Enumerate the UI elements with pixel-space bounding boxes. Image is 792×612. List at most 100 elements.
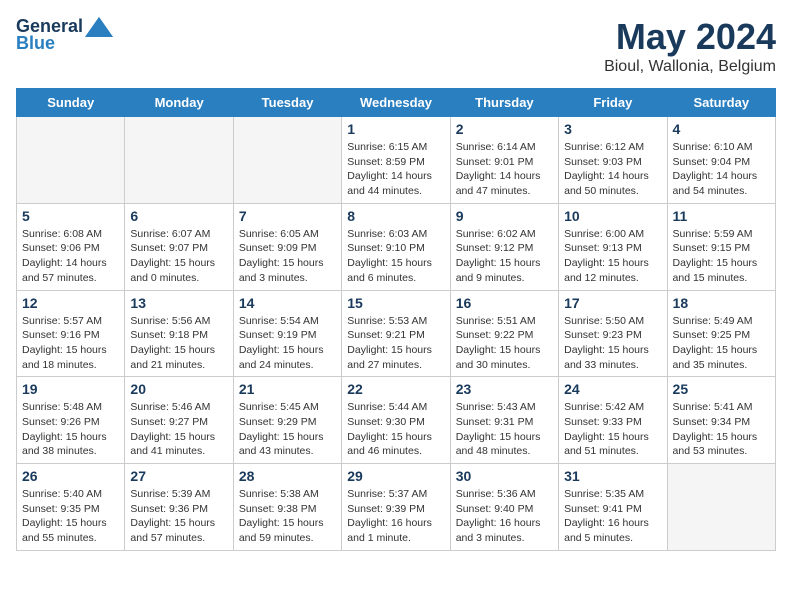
title-block: May 2024 Bioul, Wallonia, Belgium (604, 16, 776, 76)
calendar-cell: 14Sunrise: 5:54 AM Sunset: 9:19 PM Dayli… (233, 290, 341, 377)
day-number: 6 (130, 208, 227, 224)
logo-text-blue: Blue (16, 33, 55, 54)
calendar-cell: 23 Sunrise: 5:43 AM Sunset: 9:31 PM Dayli… (450, 377, 558, 464)
calendar-cell: 25 Sunrise: 5:41 AM Sunset: 9:34 PM Dayli… (667, 377, 775, 464)
calendar-week-row: 26 Sunrise: 5:40 AM Sunset: 9:35 PM Dayli… (17, 464, 776, 551)
day-info: Sunrise: 5:46 AM Sunset: 9:27 PM Dayligh… (130, 400, 227, 459)
day-info: Sunrise: 5:49 AM Sunset: 9:25 PM Dayligh… (673, 314, 770, 373)
day-info: Sunrise: 6:08 AM Sunset: 9:06 PM Dayligh… (22, 227, 119, 286)
calendar-cell: 24Sunrise: 5:42 AM Sunset: 9:33 PM Dayli… (559, 377, 667, 464)
day-info: Sunrise: 5:35 AM Sunset: 9:41 PM Dayligh… (564, 487, 661, 546)
logo: General Blue (16, 16, 113, 54)
day-number: 15 (347, 295, 444, 311)
calendar-cell: 12 Sunrise: 5:57 AM Sunset: 9:16 PM Dayli… (17, 290, 125, 377)
main-title: May 2024 (604, 16, 776, 58)
calendar-cell: 26 Sunrise: 5:40 AM Sunset: 9:35 PM Dayli… (17, 464, 125, 551)
day-info: Sunrise: 5:41 AM Sunset: 9:34 PM Dayligh… (673, 400, 770, 459)
calendar-cell: 7 Sunrise: 6:05 AM Sunset: 9:09 PM Daylig… (233, 203, 341, 290)
calendar-cell: 21 Sunrise: 5:45 AM Sunset: 9:29 PM Dayli… (233, 377, 341, 464)
calendar-cell: 4Sunrise: 6:10 AM Sunset: 9:04 PM Daylig… (667, 117, 775, 204)
day-info: Sunrise: 5:53 AM Sunset: 9:21 PM Dayligh… (347, 314, 444, 373)
day-info: Sunrise: 6:14 AM Sunset: 9:01 PM Dayligh… (456, 140, 553, 199)
day-number: 7 (239, 208, 336, 224)
day-info: Sunrise: 5:51 AM Sunset: 9:22 PM Dayligh… (456, 314, 553, 373)
weekday-header-row: SundayMondayTuesdayWednesdayThursdayFrid… (17, 89, 776, 117)
day-number: 16 (456, 295, 553, 311)
day-info: Sunrise: 5:50 AM Sunset: 9:23 PM Dayligh… (564, 314, 661, 373)
weekday-header: Monday (125, 89, 233, 117)
day-info: Sunrise: 5:38 AM Sunset: 9:38 PM Dayligh… (239, 487, 336, 546)
day-info: Sunrise: 5:57 AM Sunset: 9:16 PM Dayligh… (22, 314, 119, 373)
calendar-cell: 15 Sunrise: 5:53 AM Sunset: 9:21 PM Dayli… (342, 290, 450, 377)
day-number: 27 (130, 468, 227, 484)
weekday-header: Saturday (667, 89, 775, 117)
day-info: Sunrise: 5:59 AM Sunset: 9:15 PM Dayligh… (673, 227, 770, 286)
calendar-cell (17, 117, 125, 204)
day-number: 12 (22, 295, 119, 311)
weekday-header: Tuesday (233, 89, 341, 117)
day-number: 18 (673, 295, 770, 311)
day-info: Sunrise: 6:05 AM Sunset: 9:09 PM Dayligh… (239, 227, 336, 286)
day-number: 17 (564, 295, 661, 311)
day-number: 26 (22, 468, 119, 484)
day-info: Sunrise: 6:10 AM Sunset: 9:04 PM Dayligh… (673, 140, 770, 199)
day-info: Sunrise: 5:45 AM Sunset: 9:29 PM Dayligh… (239, 400, 336, 459)
calendar-week-row: 1 Sunrise: 6:15 AM Sunset: 8:59 PM Daylig… (17, 117, 776, 204)
day-number: 2 (456, 121, 553, 137)
day-info: Sunrise: 5:36 AM Sunset: 9:40 PM Dayligh… (456, 487, 553, 546)
calendar-table: SundayMondayTuesdayWednesdayThursdayFrid… (16, 88, 776, 551)
day-number: 25 (673, 381, 770, 397)
calendar-cell: 6Sunrise: 6:07 AM Sunset: 9:07 PM Daylig… (125, 203, 233, 290)
calendar-cell: 5 Sunrise: 6:08 AM Sunset: 9:06 PM Daylig… (17, 203, 125, 290)
calendar-cell: 19Sunrise: 5:48 AM Sunset: 9:26 PM Dayli… (17, 377, 125, 464)
day-info: Sunrise: 5:56 AM Sunset: 9:18 PM Dayligh… (130, 314, 227, 373)
page-header: General Blue May 2024 Bioul, Wallonia, B… (16, 16, 776, 76)
day-number: 21 (239, 381, 336, 397)
calendar-cell: 28 Sunrise: 5:38 AM Sunset: 9:38 PM Dayli… (233, 464, 341, 551)
calendar-week-row: 19Sunrise: 5:48 AM Sunset: 9:26 PM Dayli… (17, 377, 776, 464)
calendar-week-row: 12 Sunrise: 5:57 AM Sunset: 9:16 PM Dayli… (17, 290, 776, 377)
day-number: 30 (456, 468, 553, 484)
calendar-cell: 3Sunrise: 6:12 AM Sunset: 9:03 PM Daylig… (559, 117, 667, 204)
calendar-cell: 31 Sunrise: 5:35 AM Sunset: 9:41 PM Dayli… (559, 464, 667, 551)
day-number: 29 (347, 468, 444, 484)
day-number: 13 (130, 295, 227, 311)
weekday-header: Sunday (17, 89, 125, 117)
day-number: 1 (347, 121, 444, 137)
weekday-header: Wednesday (342, 89, 450, 117)
calendar-cell: 1 Sunrise: 6:15 AM Sunset: 8:59 PM Daylig… (342, 117, 450, 204)
calendar-week-row: 5 Sunrise: 6:08 AM Sunset: 9:06 PM Daylig… (17, 203, 776, 290)
calendar-cell: 22 Sunrise: 5:44 AM Sunset: 9:30 PM Dayli… (342, 377, 450, 464)
day-info: Sunrise: 5:43 AM Sunset: 9:31 PM Dayligh… (456, 400, 553, 459)
calendar-cell: 13 Sunrise: 5:56 AM Sunset: 9:18 PM Dayli… (125, 290, 233, 377)
day-number: 28 (239, 468, 336, 484)
calendar-cell: 20Sunrise: 5:46 AM Sunset: 9:27 PM Dayli… (125, 377, 233, 464)
day-info: Sunrise: 5:37 AM Sunset: 9:39 PM Dayligh… (347, 487, 444, 546)
calendar-cell: 16 Sunrise: 5:51 AM Sunset: 9:22 PM Dayli… (450, 290, 558, 377)
day-number: 5 (22, 208, 119, 224)
calendar-cell: 18 Sunrise: 5:49 AM Sunset: 9:25 PM Dayli… (667, 290, 775, 377)
day-info: Sunrise: 6:15 AM Sunset: 8:59 PM Dayligh… (347, 140, 444, 199)
calendar-cell: 10Sunrise: 6:00 AM Sunset: 9:13 PM Dayli… (559, 203, 667, 290)
day-number: 8 (347, 208, 444, 224)
day-info: Sunrise: 5:39 AM Sunset: 9:36 PM Dayligh… (130, 487, 227, 546)
calendar-cell: 27 Sunrise: 5:39 AM Sunset: 9:36 PM Dayli… (125, 464, 233, 551)
calendar-cell: 29 Sunrise: 5:37 AM Sunset: 9:39 PM Dayli… (342, 464, 450, 551)
calendar-cell: 9Sunrise: 6:02 AM Sunset: 9:12 PM Daylig… (450, 203, 558, 290)
calendar-cell: 17 Sunrise: 5:50 AM Sunset: 9:23 PM Dayli… (559, 290, 667, 377)
day-info: Sunrise: 6:12 AM Sunset: 9:03 PM Dayligh… (564, 140, 661, 199)
day-info: Sunrise: 6:03 AM Sunset: 9:10 PM Dayligh… (347, 227, 444, 286)
day-info: Sunrise: 5:40 AM Sunset: 9:35 PM Dayligh… (22, 487, 119, 546)
day-info: Sunrise: 5:48 AM Sunset: 9:26 PM Dayligh… (22, 400, 119, 459)
day-number: 24 (564, 381, 661, 397)
day-number: 14 (239, 295, 336, 311)
weekday-header: Friday (559, 89, 667, 117)
day-number: 22 (347, 381, 444, 397)
day-number: 23 (456, 381, 553, 397)
logo-triangle-icon (85, 17, 113, 37)
day-number: 10 (564, 208, 661, 224)
day-number: 31 (564, 468, 661, 484)
calendar-cell (125, 117, 233, 204)
calendar-cell (667, 464, 775, 551)
day-info: Sunrise: 5:44 AM Sunset: 9:30 PM Dayligh… (347, 400, 444, 459)
